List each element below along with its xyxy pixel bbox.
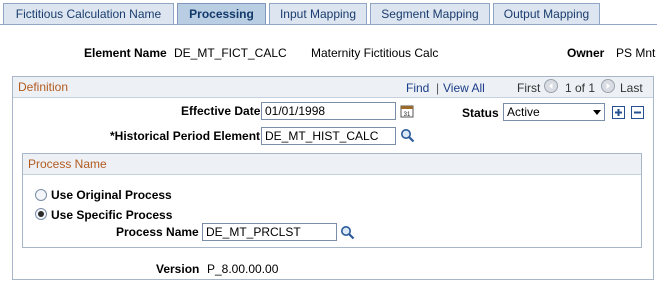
search-icon[interactable] — [340, 225, 355, 243]
hist-period-label: *Historical Period Element — [110, 129, 261, 143]
prev-arrow-icon[interactable] — [544, 79, 558, 96]
hist-period-input[interactable]: DE_MT_HIST_CALC — [261, 127, 396, 145]
view-all-link[interactable]: View All — [443, 81, 485, 95]
status-select[interactable]: Active — [503, 103, 605, 121]
status-label: Status — [462, 106, 499, 120]
definition-title: Definition — [18, 80, 69, 94]
use-specific-process-label: Use Specific Process — [51, 208, 173, 222]
next-arrow-icon[interactable] — [601, 79, 615, 96]
delete-row-button[interactable] — [631, 106, 644, 119]
version-value: P_8.00.00.00 — [207, 262, 279, 276]
definition-header: Definition Find | View All First 1 of 1 … — [13, 77, 653, 98]
tab-underline — [0, 24, 657, 25]
use-original-process-label: Use Original Process — [51, 188, 172, 202]
version-label: Version — [156, 262, 200, 276]
chevron-down-icon — [593, 110, 601, 115]
tab-segment-mapping[interactable]: Segment Mapping — [370, 3, 490, 24]
element-name-label: Element Name — [84, 46, 167, 60]
search-icon[interactable] — [400, 128, 415, 146]
svg-text:31: 31 — [404, 112, 411, 118]
add-row-icon — [615, 109, 622, 116]
tab-processing[interactable]: Processing — [177, 3, 266, 25]
first-label: First — [517, 81, 541, 95]
process-name-input[interactable]: DE_MT_PRCLST — [202, 223, 337, 241]
nav-separator: | — [436, 81, 440, 95]
effective-date-input[interactable]: 01/01/1998 — [261, 102, 396, 120]
element-description: Maternity Fictitious Calc — [311, 46, 439, 60]
calendar-icon[interactable]: 31 — [400, 104, 414, 121]
element-name-value: DE_MT_FICT_CALC — [174, 46, 287, 60]
process-name-title: Process Name — [28, 157, 107, 171]
tab-fictitious-calculation-name[interactable]: Fictitious Calculation Name — [3, 3, 174, 24]
row-count: 1 of 1 — [565, 81, 596, 95]
process-name-header: Process Name — [23, 154, 641, 175]
use-original-process-radio[interactable] — [35, 189, 47, 201]
effective-date-label: Effective Date — [181, 104, 261, 118]
status-value: Active — [507, 105, 540, 119]
find-link[interactable]: Find — [406, 81, 429, 95]
tab-output-mapping[interactable]: Output Mapping — [493, 3, 600, 24]
owner-value: PS Mnt — [616, 46, 656, 60]
process-name-label: Process Name — [116, 225, 199, 239]
last-label: Last — [620, 81, 643, 95]
delete-row-icon — [634, 111, 641, 114]
owner-label: Owner — [567, 46, 605, 60]
add-row-button[interactable] — [612, 106, 625, 119]
use-specific-process-radio[interactable] — [35, 208, 47, 220]
tab-input-mapping[interactable]: Input Mapping — [269, 3, 367, 24]
